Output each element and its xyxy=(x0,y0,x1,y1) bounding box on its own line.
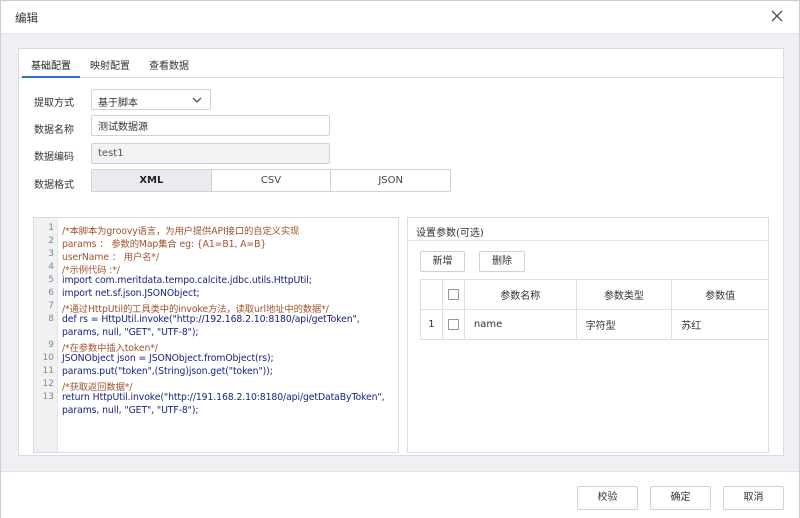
params-panel-title: 设置参数(可选) xyxy=(416,228,484,239)
code-line: /*获取返回数据*/ xyxy=(62,382,133,393)
tab-view-data[interactable]: 查看数据 xyxy=(149,57,189,72)
format-json-button[interactable]: JSON xyxy=(331,170,450,191)
data-code-label: 数据编码 xyxy=(34,152,74,163)
param-type-cell[interactable]: 字符型 xyxy=(575,309,673,340)
table-row[interactable]: 1 name 字符型 苏红 xyxy=(420,309,769,340)
dialog-title: 编辑 xyxy=(15,11,38,25)
code-line: /*通过HttpUtil的工具类中的invoke方法，读取url地址中的数据*/ xyxy=(62,304,329,315)
code-line: /*本脚本为groovy语言，为用户提供API接口的自定义实现 xyxy=(62,226,300,237)
cancel-button[interactable]: 取消 xyxy=(723,486,784,510)
close-icon[interactable] xyxy=(769,8,785,24)
column-header: 参数名称 xyxy=(463,279,577,310)
line-number: 3 xyxy=(48,249,54,259)
line-number: 9 xyxy=(48,340,54,350)
format-xml-button[interactable]: XML xyxy=(92,170,212,191)
line-number: 5 xyxy=(48,275,54,285)
column-header: 参数类型 xyxy=(575,279,673,310)
code-line: return HttpUtil.invoke("http://191.168.2… xyxy=(62,392,385,403)
ok-button[interactable]: 确定 xyxy=(650,486,711,510)
tab-mapping-config[interactable]: 映射配置 xyxy=(90,57,130,72)
params-table: 参数名称 参数类型 参数值 1 name 字符型 苏红 xyxy=(420,279,769,340)
edit-dialog: 编辑 基础配置 映射配置 查看数据 提取方式 基于脚本 数据名称 数据编码 数据… xyxy=(0,0,800,518)
line-number-gutter: 1 2 3 4 5 6 7 8 9 10 11 12 13 xyxy=(34,218,58,452)
line-number: 1 xyxy=(48,223,54,233)
code-line: def rs = HttpUtil.invoke("http://192.168… xyxy=(62,314,360,325)
line-number: 13 xyxy=(42,392,54,402)
line-number: 8 xyxy=(48,314,54,324)
tab-basic-config[interactable]: 基础配置 xyxy=(31,57,71,72)
code-line: /*在参数中插入token*/ xyxy=(62,343,158,354)
column-header: 参数值 xyxy=(671,279,769,310)
code-line: userName ： 用户名*/ xyxy=(62,252,159,263)
line-number: 12 xyxy=(42,379,54,389)
extract-method-label: 提取方式 xyxy=(34,98,74,109)
line-number: 4 xyxy=(48,262,54,272)
code-line: params, null, "GET", "UTF-8"); xyxy=(62,405,199,416)
main-panel: 基础配置 映射配置 查看数据 提取方式 基于脚本 数据名称 数据编码 数据格式 … xyxy=(18,48,784,456)
code-line: import com.meritdata.tempo.calcite.jdbc.… xyxy=(62,275,312,286)
validate-button[interactable]: 校验 xyxy=(577,486,638,510)
add-param-button[interactable]: 新增 xyxy=(420,251,465,272)
param-name-cell[interactable]: name xyxy=(463,309,577,340)
code-line: JSONObject json = JSONObject.fromObject(… xyxy=(62,353,274,364)
delete-param-button[interactable]: 删除 xyxy=(479,251,525,272)
select-all-checkbox[interactable] xyxy=(441,279,465,310)
params-panel: 设置参数(可选) 新增 删除 参数名称 参数类型 参数值 1 name 字符型 … xyxy=(407,217,769,453)
line-number: 11 xyxy=(42,366,54,376)
format-csv-button[interactable]: CSV xyxy=(212,170,332,191)
code-line: /*示例代码 :*/ xyxy=(62,265,120,276)
line-number: 6 xyxy=(48,288,54,298)
param-value-cell[interactable]: 苏红 xyxy=(671,309,769,340)
index-header xyxy=(420,279,443,310)
data-name-label: 数据名称 xyxy=(34,125,74,136)
row-index: 1 xyxy=(420,309,443,340)
dialog-titlebar: 编辑 xyxy=(1,1,799,34)
code-line: params ： 参数的Map集合 eg: {A1=B1, A=B} xyxy=(62,239,267,250)
line-number: 10 xyxy=(42,353,54,363)
script-editor[interactable]: 1 2 3 4 5 6 7 8 9 10 11 12 13 /*本脚本为groo… xyxy=(33,217,399,453)
data-name-input[interactable] xyxy=(91,115,330,136)
data-format-label: 数据格式 xyxy=(34,180,74,191)
dialog-footer: 校验 确定 取消 xyxy=(1,471,799,518)
active-tab-indicator xyxy=(22,76,80,78)
code-line: import net.sf.json.JSONObject; xyxy=(62,288,200,299)
divider xyxy=(408,240,768,241)
tab-bar: 基础配置 映射配置 查看数据 xyxy=(19,49,783,78)
extract-method-value: 基于脚本 xyxy=(98,98,138,109)
data-format-segmented: XML CSV JSON xyxy=(91,169,451,192)
code-line: params.put("token",(String)json.get("tok… xyxy=(62,366,273,377)
line-number: 7 xyxy=(48,301,54,311)
line-number: 2 xyxy=(48,236,54,246)
row-checkbox[interactable] xyxy=(441,309,465,340)
extract-method-select[interactable]: 基于脚本 xyxy=(91,89,211,110)
table-header-row: 参数名称 参数类型 参数值 xyxy=(420,279,769,310)
chevron-down-icon xyxy=(192,96,202,104)
code-line: params, null, "GET", "UTF-8"); xyxy=(62,327,199,338)
data-code-input[interactable] xyxy=(91,143,330,164)
